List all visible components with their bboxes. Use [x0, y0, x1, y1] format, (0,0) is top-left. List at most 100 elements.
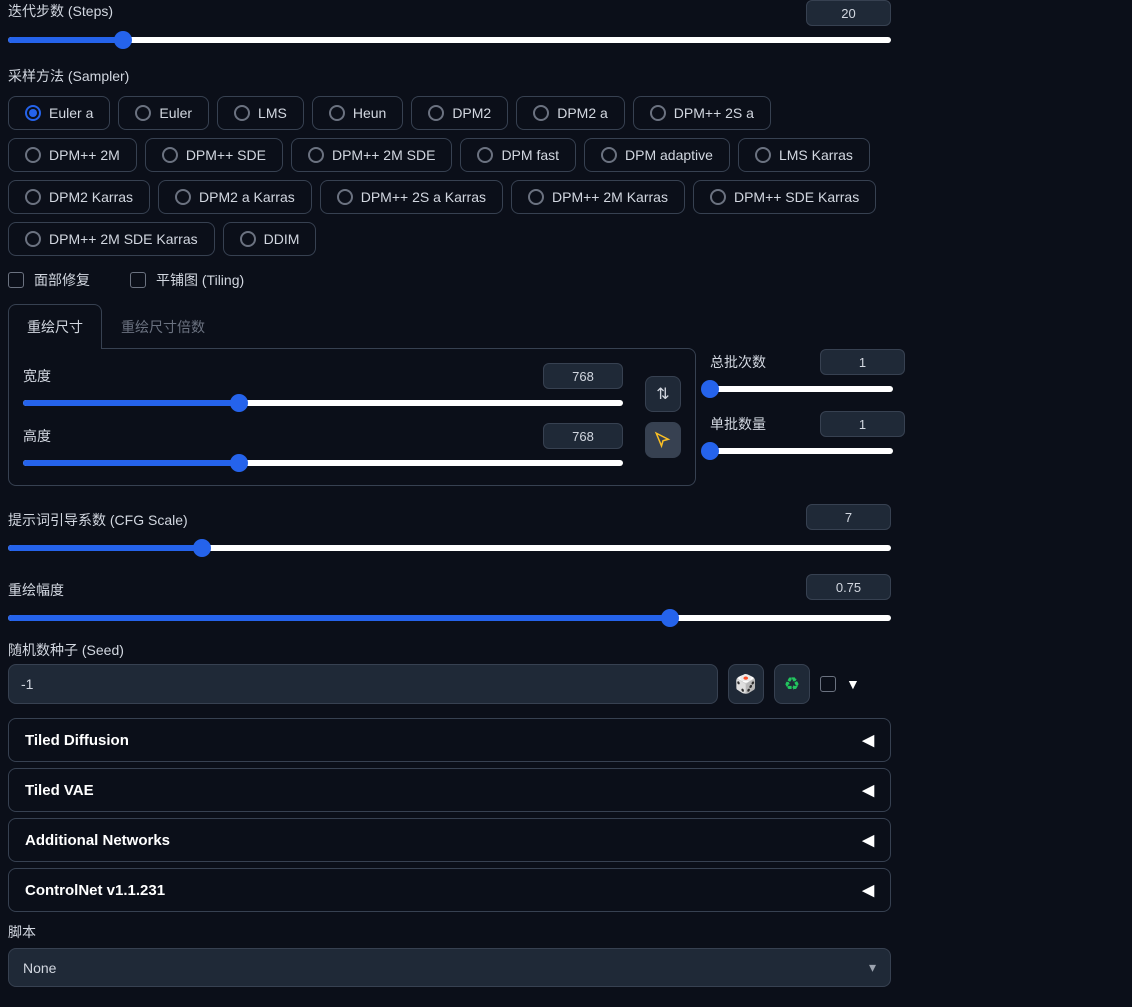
accordion-title: Tiled VAE — [25, 782, 94, 799]
script-label: 脚本 — [8, 922, 1124, 942]
chevron-left-icon: ◀ — [862, 831, 874, 849]
width-value[interactable]: 768 — [543, 363, 623, 389]
sampler-option-euler[interactable]: Euler — [118, 96, 209, 130]
sampler-option-label: DPM2 — [452, 105, 491, 121]
sampler-option-dpm2-a-karras[interactable]: DPM2 a Karras — [158, 180, 312, 214]
sampler-option-euler-a[interactable]: Euler a — [8, 96, 110, 130]
radio-icon — [428, 105, 444, 121]
sampler-option-label: DPM fast — [501, 147, 559, 163]
sampler-option-label: Heun — [353, 105, 386, 121]
radio-icon — [308, 147, 324, 163]
steps-value[interactable]: 20 — [806, 0, 891, 26]
sampler-option-label: DPM++ SDE Karras — [734, 189, 859, 205]
accordion-title: Additional Networks — [25, 832, 170, 849]
batch-count-label: 总批次数 — [710, 352, 766, 372]
denoise-value[interactable]: 0.75 — [806, 574, 891, 600]
chevron-left-icon: ◀ — [862, 781, 874, 799]
sampler-option-label: DPM2 Karras — [49, 189, 133, 205]
script-select[interactable]: None ▾ — [8, 948, 891, 987]
swap-icon: ⇅ — [656, 384, 669, 404]
denoise-label: 重绘幅度 — [8, 580, 64, 600]
sampler-option-dpm-sde[interactable]: DPM++ SDE — [145, 138, 283, 172]
sampler-option-ddim[interactable]: DDIM — [223, 222, 317, 256]
chevron-left-icon: ◀ — [862, 881, 874, 899]
face-restore-label: 面部修复 — [34, 270, 90, 290]
radio-icon — [533, 105, 549, 121]
sampler-option-dpm-sde-karras[interactable]: DPM++ SDE Karras — [693, 180, 876, 214]
seed-caret[interactable]: ▼ — [846, 676, 860, 692]
accordion-controlnet-v1-1-231[interactable]: ControlNet v1.1.231 ◀ — [8, 868, 891, 912]
radio-icon — [25, 231, 41, 247]
sampler-option-dpm-2s-a[interactable]: DPM++ 2S a — [633, 96, 771, 130]
sampler-option-label: DPM++ 2M SDE — [332, 147, 435, 163]
height-label: 高度 — [23, 426, 51, 446]
seed-label: 随机数种子 (Seed) — [8, 640, 1124, 660]
crop-button[interactable] — [645, 422, 681, 458]
sampler-option-label: DPM adaptive — [625, 147, 713, 163]
sampler-option-dpm2-a[interactable]: DPM2 a — [516, 96, 625, 130]
script-value: None — [23, 960, 56, 976]
seed-random-button[interactable]: 🎲 — [728, 664, 764, 704]
radio-icon — [755, 147, 771, 163]
chevron-left-icon: ◀ — [862, 731, 874, 749]
cfg-value[interactable]: 7 — [806, 504, 891, 530]
sampler-option-dpm-2s-a-karras[interactable]: DPM++ 2S a Karras — [320, 180, 503, 214]
sampler-option-dpm-2m-sde[interactable]: DPM++ 2M SDE — [291, 138, 452, 172]
sampler-option-lms[interactable]: LMS — [217, 96, 304, 130]
batch-count-value[interactable]: 1 — [820, 349, 905, 375]
batch-size-slider[interactable] — [710, 443, 893, 459]
sampler-option-dpm-2m-sde-karras[interactable]: DPM++ 2M SDE Karras — [8, 222, 215, 256]
seed-reuse-button[interactable]: ♻ — [774, 664, 810, 704]
accordion-tiled-diffusion[interactable]: Tiled Diffusion◀ — [8, 718, 891, 762]
steps-slider[interactable] — [8, 32, 891, 48]
cfg-slider[interactable] — [8, 540, 891, 556]
sampler-option-dpm-2m-karras[interactable]: DPM++ 2M Karras — [511, 180, 685, 214]
radio-icon — [234, 105, 250, 121]
sampler-option-label: DPM++ SDE — [186, 147, 266, 163]
radio-icon — [135, 105, 151, 121]
sampler-option-dpm-2m[interactable]: DPM++ 2M — [8, 138, 137, 172]
face-restore-checkbox[interactable]: 面部修复 — [8, 270, 90, 290]
sampler-option-lms-karras[interactable]: LMS Karras — [738, 138, 870, 172]
sampler-option-label: DPM2 a — [557, 105, 608, 121]
width-slider[interactable] — [23, 395, 623, 411]
sampler-option-label: Euler — [159, 105, 192, 121]
sampler-option-label: DPM++ 2M SDE Karras — [49, 231, 198, 247]
tab-resize-by[interactable]: 重绘尺寸倍数 — [102, 304, 224, 349]
sampler-group: Euler a Euler LMS Heun DPM2 DPM2 a DPM++ 2S a D… — [8, 96, 898, 256]
cfg-label: 提示词引导系数 (CFG Scale) — [8, 510, 188, 530]
radio-icon — [175, 189, 191, 205]
sampler-option-label: LMS — [258, 105, 287, 121]
accordion-additional-networks[interactable]: Additional Networks ◀ — [8, 818, 891, 862]
sampler-option-label: DPM++ 2M — [49, 147, 120, 163]
height-slider[interactable] — [23, 455, 623, 471]
radio-icon — [337, 189, 353, 205]
sampler-option-dpm2[interactable]: DPM2 — [411, 96, 508, 130]
resize-panel: 宽度 768 高度 768 ⇅ — [8, 348, 696, 486]
tab-resize-to[interactable]: 重绘尺寸 — [8, 304, 102, 349]
radio-icon — [25, 189, 41, 205]
cursor-icon — [654, 431, 672, 449]
seed-input[interactable] — [8, 664, 718, 704]
sampler-option-dpm2-karras[interactable]: DPM2 Karras — [8, 180, 150, 214]
height-value[interactable]: 768 — [543, 423, 623, 449]
steps-label: 迭代步数 (Steps) — [8, 1, 113, 21]
sampler-option-heun[interactable]: Heun — [312, 96, 403, 130]
radio-icon — [601, 147, 617, 163]
accordion-title: ControlNet v1.1.231 — [25, 882, 165, 899]
tiling-checkbox[interactable]: 平铺图 (Tiling) — [130, 270, 244, 290]
sampler-option-dpm-fast[interactable]: DPM fast — [460, 138, 576, 172]
denoise-slider[interactable] — [8, 610, 891, 626]
radio-icon — [477, 147, 493, 163]
accordion-tiled-vae[interactable]: Tiled VAE ◀ — [8, 768, 891, 812]
swap-dimensions-button[interactable]: ⇅ — [645, 376, 681, 412]
radio-icon — [710, 189, 726, 205]
width-label: 宽度 — [23, 366, 51, 386]
sampler-option-dpm-adaptive[interactable]: DPM adaptive — [584, 138, 730, 172]
seed-extra-checkbox[interactable] — [820, 676, 836, 692]
radio-icon — [25, 147, 41, 163]
batch-size-value[interactable]: 1 — [820, 411, 905, 437]
radio-icon — [25, 105, 41, 121]
batch-count-slider[interactable] — [710, 381, 893, 397]
batch-size-label: 单批数量 — [710, 414, 766, 434]
